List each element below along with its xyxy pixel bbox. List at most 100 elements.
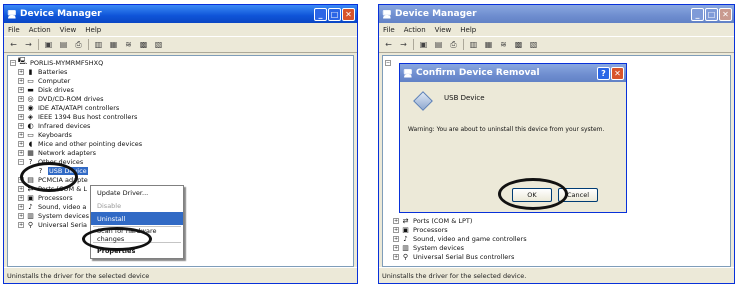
window-1-titlebar[interactable]: 🖥 Device Manager _ □ ✕ (4, 5, 357, 23)
menu-item-update-driver[interactable]: Update Driver... (91, 186, 183, 199)
tree-item-label: Sound, video and game controllers (413, 234, 527, 243)
expand-icon[interactable]: + (393, 253, 399, 260)
expand-icon[interactable]: + (18, 203, 24, 210)
expand-icon[interactable]: + (18, 185, 24, 192)
forward-arrow-icon[interactable]: → (23, 39, 34, 50)
tree-item-usb-controllers[interactable]: + ⚲ Universal Serial Bus controllers (393, 252, 514, 261)
console-tree-icon[interactable]: ▣ (43, 39, 54, 50)
expand-icon[interactable]: + (18, 140, 24, 147)
menu-file[interactable]: File (383, 26, 395, 34)
device-manager-window-1: 🖥 Device Manager _ □ ✕ File Action View … (3, 4, 358, 284)
close-button[interactable]: ✕ (611, 66, 624, 80)
properties-icon[interactable]: ▤ (58, 39, 69, 50)
minimize-button[interactable]: _ (691, 7, 704, 21)
expand-icon[interactable]: + (393, 217, 399, 224)
tree-item-processors[interactable]: + ▣ Processors (18, 193, 73, 202)
menu-action[interactable]: Action (29, 26, 51, 34)
tree-item-label: Computer (38, 76, 71, 85)
toolbar: ← → ▣ ▤ ⎙ ▥ ▦ ≋ ▩ ▧ (4, 36, 357, 53)
toolbar-separator (88, 39, 89, 50)
disable-icon[interactable]: ▧ (528, 39, 539, 50)
close-button[interactable]: ✕ (342, 7, 355, 21)
maximize-button[interactable]: □ (328, 7, 341, 21)
expand-icon[interactable]: + (18, 149, 24, 156)
print-icon[interactable]: ⎙ (448, 39, 459, 50)
tree-item-label: IEEE 1394 Bus host controllers (38, 112, 138, 121)
uninstall-icon[interactable]: ▩ (513, 39, 524, 50)
collapse-icon[interactable]: − (18, 158, 24, 165)
disable-icon[interactable]: ▧ (153, 39, 164, 50)
expand-icon[interactable]: + (18, 221, 24, 228)
expand-icon[interactable]: + (18, 68, 24, 75)
tree-item-mice[interactable]: + ◖ Mice and other pointing devices (18, 139, 142, 148)
expand-icon[interactable]: + (18, 95, 24, 102)
usb-device-icon (413, 91, 433, 111)
expand-icon[interactable]: + (393, 235, 399, 242)
expand-icon[interactable]: + (18, 122, 24, 129)
tree-item-computer[interactable]: + ▭ Computer (18, 76, 70, 85)
expand-icon[interactable]: + (18, 113, 24, 120)
menu-help[interactable]: Help (460, 26, 476, 34)
tree-item-sound[interactable]: + ♪ Sound, video a (18, 202, 86, 211)
minimize-button[interactable]: _ (314, 7, 327, 21)
tree-item-sound[interactable]: + ♪ Sound, video and game controllers (393, 234, 527, 243)
collapse-icon[interactable]: − (10, 59, 16, 66)
close-button[interactable]: ✕ (719, 7, 732, 21)
menu-file[interactable]: File (8, 26, 20, 34)
toolbar-separator (413, 39, 414, 50)
back-arrow-icon[interactable]: ← (383, 39, 394, 50)
properties-icon[interactable]: ▤ (433, 39, 444, 50)
menu-help[interactable]: Help (85, 26, 101, 34)
scan-hardware-icon[interactable]: ▦ (483, 39, 494, 50)
console-tree-icon[interactable]: ▣ (418, 39, 429, 50)
maximize-button[interactable]: □ (705, 7, 718, 21)
tree-item-network-adapters[interactable]: + ▦ Network adapters (18, 148, 96, 157)
tree-item-dvd-drives[interactable]: + ◎ DVD/CD-ROM drives (18, 94, 104, 103)
tree-item-ieee1394[interactable]: + ◈ IEEE 1394 Bus host controllers (18, 112, 137, 121)
menu-action[interactable]: Action (404, 26, 426, 34)
tree-root[interactable]: − 🖳 PORLIS-MYMRMF5HXQ (10, 57, 103, 67)
menu-view[interactable]: View (60, 26, 77, 34)
help-icon[interactable]: ▥ (468, 39, 479, 50)
help-icon[interactable]: ▥ (93, 39, 104, 50)
expand-icon[interactable]: + (18, 212, 24, 219)
update-driver-icon[interactable]: ≋ (498, 39, 509, 50)
menu-item-disable[interactable]: Disable (91, 199, 183, 212)
cd-rom-icon: ◎ (27, 94, 34, 103)
confirm-device-removal-dialog: 🖥 Confirm Device Removal ? ✕ USB Device … (399, 63, 627, 213)
collapse-icon[interactable]: − (385, 59, 391, 66)
print-icon[interactable]: ⎙ (73, 39, 84, 50)
tree-item-keyboards[interactable]: + ▭ Keyboards (18, 130, 72, 139)
window-2-titlebar[interactable]: 🖥 Device Manager _ □ ✕ (379, 5, 734, 23)
expand-icon[interactable]: + (18, 194, 24, 201)
scan-hardware-icon[interactable]: ▦ (108, 39, 119, 50)
tree-root[interactable]: − (385, 58, 393, 67)
expand-icon[interactable]: + (18, 131, 24, 138)
dialog-title: Confirm Device Removal (416, 68, 540, 78)
tree-item-usb-controllers[interactable]: + ⚲ Universal Seria (18, 220, 87, 229)
expand-icon[interactable]: + (393, 244, 399, 251)
forward-arrow-icon[interactable]: → (398, 39, 409, 50)
device-manager-window-2: 🖥 Device Manager _ □ ✕ File Action View … (378, 4, 735, 284)
dialog-titlebar[interactable]: 🖥 Confirm Device Removal ? ✕ (400, 64, 626, 82)
expand-icon[interactable]: + (393, 226, 399, 233)
tree-item-batteries[interactable]: + ▮ Batteries (18, 67, 67, 76)
menu-item-uninstall[interactable]: Uninstall (91, 212, 183, 225)
port-icon: ⇄ (402, 216, 409, 225)
tree-item-ports[interactable]: + ⇄ Ports (COM & LPT) (393, 216, 472, 225)
tree-item-infrared[interactable]: + ◐ Infrared devices (18, 121, 90, 130)
back-arrow-icon[interactable]: ← (8, 39, 19, 50)
menu-view[interactable]: View (435, 26, 452, 34)
tree-item-ide-controllers[interactable]: + ◉ IDE ATA/ATAPI controllers (18, 103, 119, 112)
expand-icon[interactable]: + (18, 86, 24, 93)
uninstall-icon[interactable]: ▩ (138, 39, 149, 50)
expand-icon[interactable]: + (18, 77, 24, 84)
tree-item-disk-drives[interactable]: + ▬ Disk drives (18, 85, 74, 94)
disk-drive-icon: ▬ (27, 85, 34, 94)
tree-item-processors[interactable]: + ▣ Processors (393, 225, 448, 234)
expand-icon[interactable]: + (18, 104, 24, 111)
update-driver-icon[interactable]: ≋ (123, 39, 134, 50)
help-button[interactable]: ? (597, 66, 610, 80)
tree-item-system-devices[interactable]: + ▥ System devices (18, 211, 89, 220)
tree-item-system-devices[interactable]: + ▥ System devices (393, 243, 464, 252)
